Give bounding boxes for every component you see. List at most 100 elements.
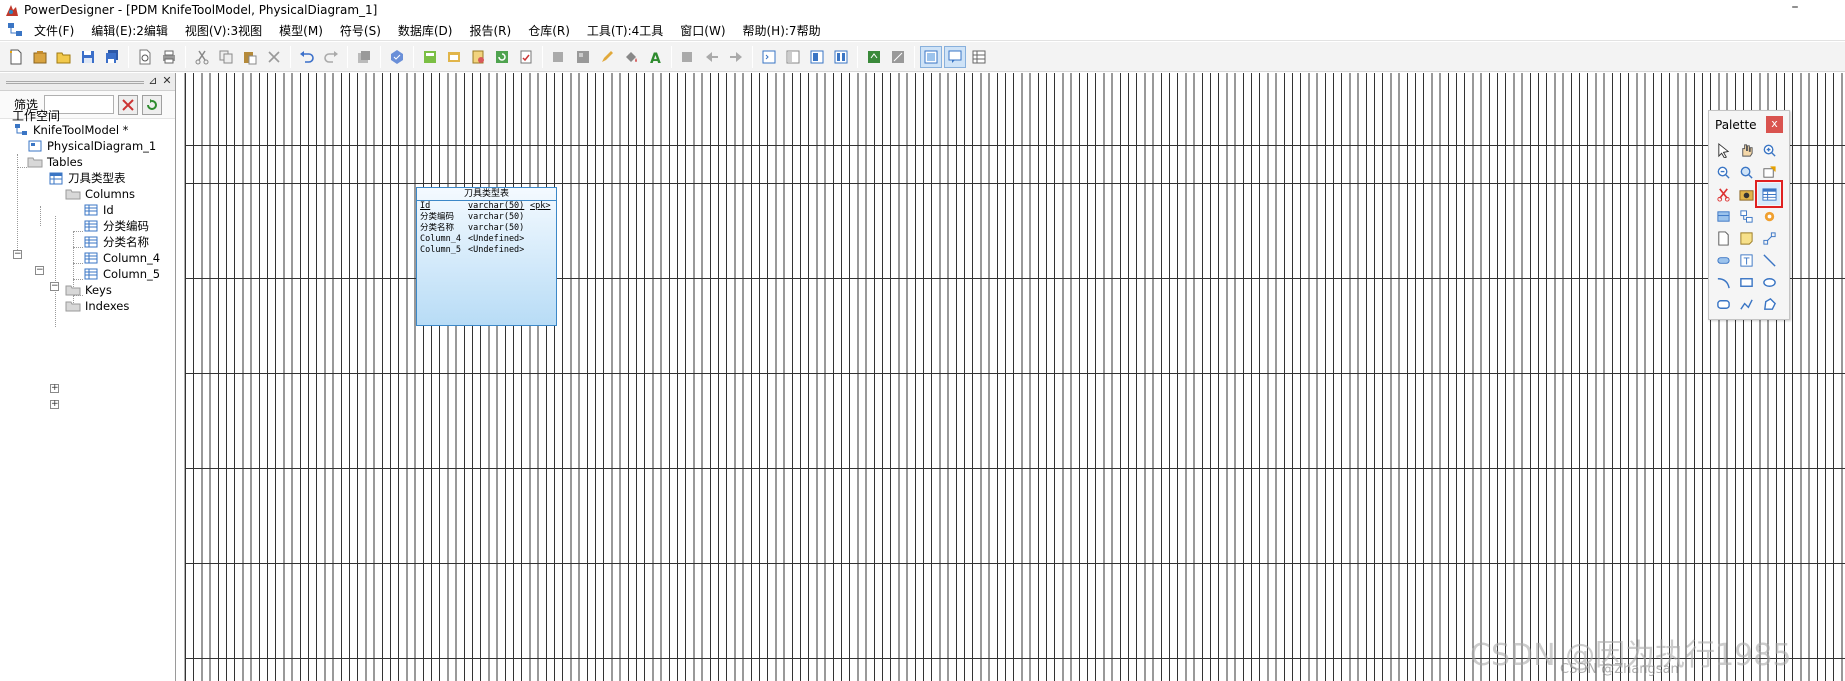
undo-icon[interactable] bbox=[296, 46, 318, 68]
table-tool-icon[interactable] bbox=[1755, 180, 1783, 208]
rounded-rectangle-icon[interactable] bbox=[1712, 293, 1734, 315]
delete-icon[interactable] bbox=[263, 46, 285, 68]
file-icon[interactable] bbox=[1712, 227, 1734, 249]
reference-icon[interactable] bbox=[1712, 249, 1734, 271]
repository-icon[interactable] bbox=[863, 46, 885, 68]
document-menu-icon[interactable] bbox=[6, 21, 24, 39]
collapse-table-toggle[interactable]: − bbox=[35, 266, 44, 275]
refresh-filter-icon[interactable] bbox=[142, 94, 162, 115]
polygon-icon[interactable] bbox=[1758, 293, 1780, 315]
view-icon[interactable] bbox=[1712, 205, 1734, 227]
note-icon[interactable] bbox=[1735, 227, 1757, 249]
columns-folder-node[interactable]: Columns bbox=[64, 186, 135, 202]
open-icon[interactable] bbox=[53, 46, 75, 68]
shape-icon[interactable] bbox=[548, 46, 570, 68]
close-icon[interactable]: ✕ bbox=[160, 75, 174, 88]
column-node[interactable]: 分类名称 bbox=[82, 234, 149, 250]
line-icon[interactable] bbox=[1758, 249, 1780, 271]
model-icon[interactable] bbox=[443, 46, 465, 68]
workspace-node[interactable]: 工作空间 bbox=[12, 107, 60, 123]
split-view-icon[interactable] bbox=[830, 46, 852, 68]
redo-icon[interactable] bbox=[320, 46, 342, 68]
print-icon[interactable] bbox=[158, 46, 180, 68]
menu-view[interactable]: 视图(V):3视图 bbox=[179, 22, 273, 39]
pen-icon[interactable] bbox=[596, 46, 618, 68]
menu-report[interactable]: 报告(R) bbox=[463, 22, 522, 39]
column-node[interactable]: Id bbox=[82, 202, 114, 218]
tables-folder-node[interactable]: Tables bbox=[26, 154, 83, 170]
pin-icon[interactable]: ⊿ bbox=[146, 75, 160, 88]
open-view-icon[interactable] bbox=[1735, 161, 1757, 183]
output-window-icon[interactable] bbox=[782, 46, 804, 68]
zoom-out-icon[interactable] bbox=[1712, 161, 1734, 183]
column-node[interactable]: Column_5 bbox=[82, 266, 160, 282]
browser-window-icon[interactable] bbox=[758, 46, 780, 68]
arc-icon[interactable] bbox=[1712, 271, 1734, 293]
open-diagram-icon[interactable] bbox=[419, 46, 441, 68]
expand-keys-toggle[interactable]: + bbox=[50, 384, 59, 393]
expand-indexes-toggle[interactable]: + bbox=[50, 400, 59, 409]
hand-icon[interactable] bbox=[1735, 139, 1757, 161]
ellipse-icon[interactable] bbox=[1758, 271, 1780, 293]
checkin-icon[interactable] bbox=[887, 46, 909, 68]
align-icon[interactable] bbox=[677, 46, 699, 68]
menu-repository[interactable]: 仓库(R) bbox=[522, 22, 581, 39]
delete-icon[interactable] bbox=[1712, 183, 1734, 205]
column-node[interactable]: 分类编码 bbox=[82, 218, 149, 234]
font-icon[interactable]: A bbox=[644, 46, 666, 68]
diagram-node[interactable]: PhysicalDiagram_1 bbox=[26, 138, 156, 154]
refresh-icon[interactable] bbox=[491, 46, 513, 68]
package-icon[interactable] bbox=[1735, 183, 1757, 205]
text-icon[interactable]: T bbox=[1735, 249, 1757, 271]
table-node[interactable]: 刀具类型表 bbox=[47, 170, 126, 186]
collapse-tables-toggle[interactable]: − bbox=[13, 250, 22, 259]
menu-model[interactable]: 模型(M) bbox=[273, 22, 334, 39]
model-node[interactable]: KnifeToolModel * bbox=[12, 122, 128, 138]
new-model-icon[interactable] bbox=[5, 46, 27, 68]
save-all-icon[interactable] bbox=[101, 46, 123, 68]
save-icon[interactable] bbox=[77, 46, 99, 68]
palette-close-button[interactable]: x bbox=[1766, 116, 1783, 133]
toolbox-icon[interactable] bbox=[920, 45, 942, 68]
print-preview-icon[interactable] bbox=[134, 46, 156, 68]
menu-help[interactable]: 帮助(H):7帮助 bbox=[737, 22, 832, 39]
forward-icon[interactable] bbox=[725, 46, 747, 68]
menu-database[interactable]: 数据库(D) bbox=[392, 22, 464, 39]
grid-view-icon[interactable] bbox=[968, 46, 990, 68]
clear-filter-icon[interactable] bbox=[118, 94, 138, 115]
sequence-icon[interactable] bbox=[1758, 205, 1780, 227]
new-project-icon[interactable] bbox=[29, 46, 51, 68]
properties-icon[interactable] bbox=[353, 46, 375, 68]
fill-icon[interactable] bbox=[620, 46, 642, 68]
check-model-icon[interactable] bbox=[386, 46, 408, 68]
dock-grip[interactable] bbox=[6, 81, 144, 84]
menu-symbol[interactable]: 符号(S) bbox=[334, 22, 392, 39]
zoom-in-icon[interactable] bbox=[1758, 139, 1780, 161]
back-icon[interactable] bbox=[701, 46, 723, 68]
result-list-icon[interactable] bbox=[806, 46, 828, 68]
pointer-icon[interactable] bbox=[1712, 139, 1734, 161]
menu-tools[interactable]: 工具(T):4工具 bbox=[581, 22, 674, 39]
polyline-icon[interactable] bbox=[1735, 293, 1757, 315]
cut-icon[interactable] bbox=[191, 46, 213, 68]
menu-window[interactable]: 窗口(W) bbox=[674, 22, 736, 39]
paste-icon[interactable] bbox=[239, 46, 261, 68]
menu-edit[interactable]: 编辑(E):2编辑 bbox=[85, 22, 179, 39]
palette-header[interactable]: Palette x bbox=[1709, 111, 1789, 139]
indexes-folder-node[interactable]: Indexes bbox=[64, 298, 129, 314]
format-icon[interactable] bbox=[572, 46, 594, 68]
procedure-icon[interactable] bbox=[1735, 205, 1757, 227]
keys-folder-node[interactable]: Keys bbox=[64, 282, 112, 298]
menu-file[interactable]: 文件(F) bbox=[28, 22, 85, 39]
column-node[interactable]: Column_4 bbox=[82, 250, 160, 266]
diagram-canvas[interactable]: 刀具类型表 Id varchar(50) <pk> 分类编码 varchar(5… bbox=[184, 73, 1845, 681]
comment-icon[interactable] bbox=[944, 45, 966, 68]
rectangle-icon[interactable] bbox=[1735, 271, 1757, 293]
properties-icon[interactable] bbox=[1758, 161, 1780, 183]
table-symbol[interactable]: 刀具类型表 Id varchar(50) <pk> 分类编码 varchar(5… bbox=[416, 187, 557, 326]
copy-icon[interactable] bbox=[215, 46, 237, 68]
collapse-columns-toggle[interactable]: − bbox=[50, 282, 59, 291]
minimize-button[interactable]: – bbox=[1783, 0, 1807, 18]
report-icon[interactable] bbox=[467, 46, 489, 68]
link-icon[interactable] bbox=[1758, 227, 1780, 249]
